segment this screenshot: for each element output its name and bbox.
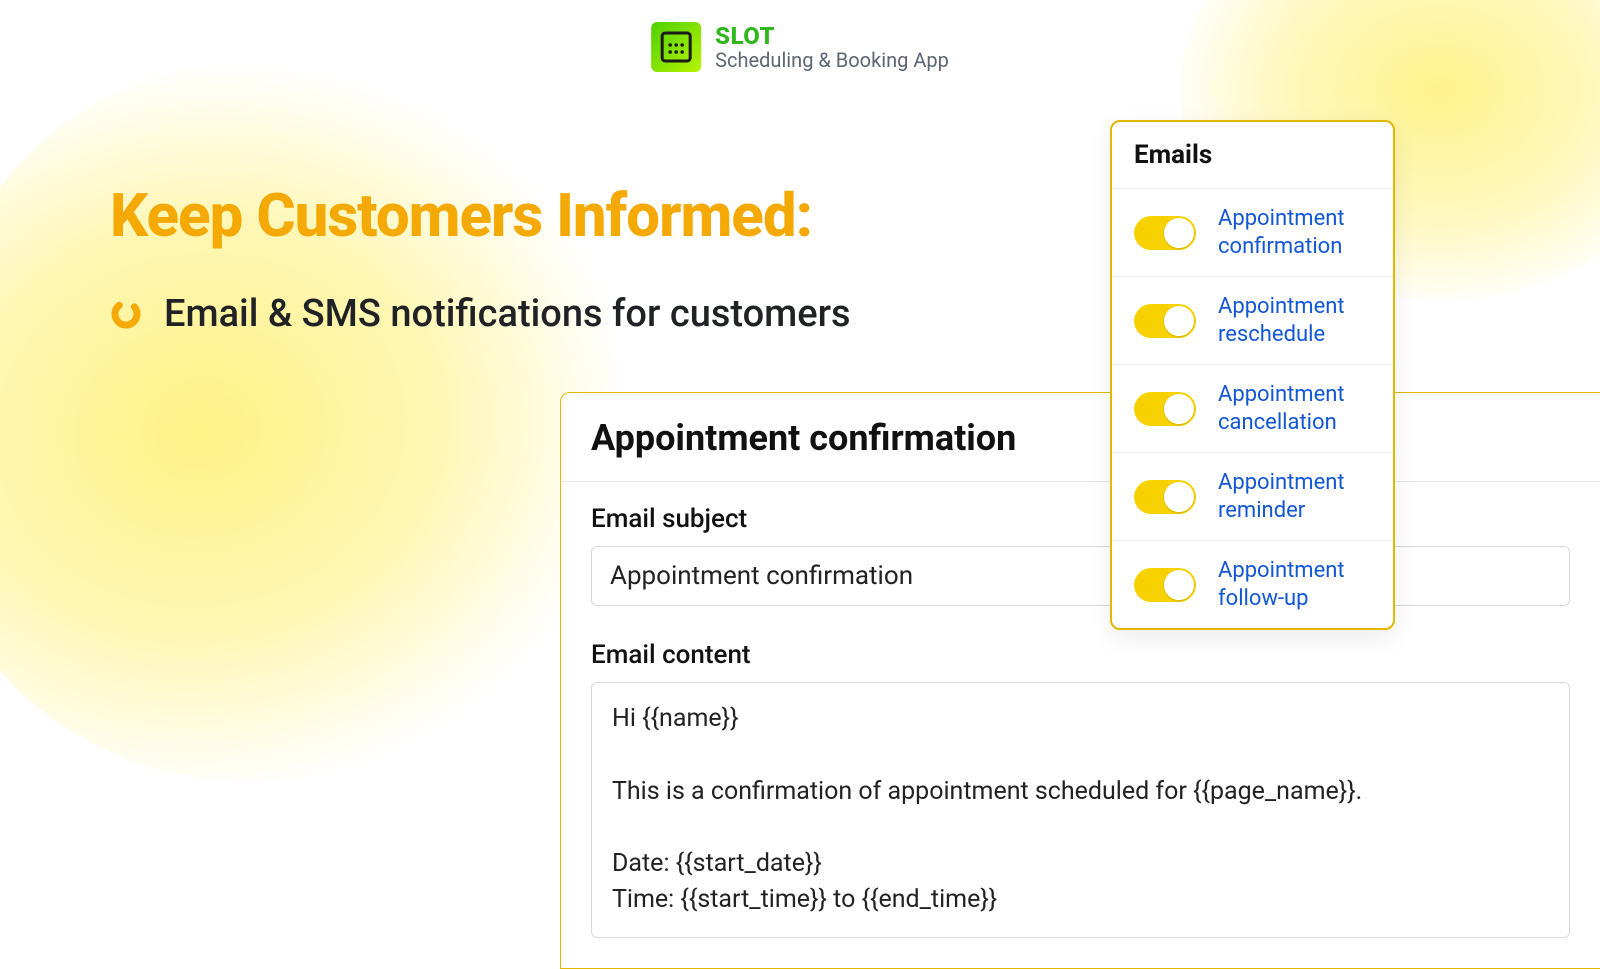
- email-link-cancellation[interactable]: Appointment cancellation: [1218, 381, 1371, 436]
- toggle-reschedule[interactable]: [1134, 304, 1196, 338]
- subline-block: Email & SMS notifications for customers: [110, 292, 851, 336]
- toggle-followup[interactable]: [1134, 568, 1196, 602]
- brand-tagline: Scheduling & Booking App: [715, 48, 949, 72]
- headline-block: Keep Customers Informed:: [110, 180, 812, 251]
- toggle-confirmation[interactable]: [1134, 216, 1196, 250]
- email-link-followup[interactable]: Appointment follow-up: [1218, 557, 1371, 612]
- emails-panel-title: Emails: [1112, 122, 1393, 189]
- email-item-reminder: Appointment reminder: [1112, 453, 1393, 541]
- page-subline: Email & SMS notifications for customers: [164, 292, 851, 336]
- content-label: Email content: [591, 640, 1570, 670]
- email-subject-input[interactable]: [591, 546, 1570, 606]
- brand-header: SLOT Scheduling & Booking App: [651, 22, 949, 72]
- editor-title: Appointment confirmation: [591, 417, 1570, 459]
- toggle-reminder[interactable]: [1134, 480, 1196, 514]
- email-item-reschedule: Appointment reschedule: [1112, 277, 1393, 365]
- email-link-reschedule[interactable]: Appointment reschedule: [1218, 293, 1371, 348]
- email-link-reminder[interactable]: Appointment reminder: [1218, 469, 1371, 524]
- emails-panel: Emails Appointment confirmation Appointm…: [1110, 120, 1395, 630]
- page-headline: Keep Customers Informed:: [110, 180, 812, 251]
- email-item-confirmation: Appointment confirmation: [1112, 189, 1393, 277]
- email-item-followup: Appointment follow-up: [1112, 541, 1393, 628]
- email-link-confirmation[interactable]: Appointment confirmation: [1218, 205, 1371, 260]
- email-content-input[interactable]: Hi {{name}} This is a confirmation of ap…: [591, 682, 1570, 938]
- toggle-cancellation[interactable]: [1134, 392, 1196, 426]
- email-editor-card: Appointment confirmation Email subject E…: [560, 392, 1600, 969]
- brand-name: SLOT: [715, 22, 949, 50]
- bullet-ring-icon: [110, 298, 142, 330]
- email-item-cancellation: Appointment cancellation: [1112, 365, 1393, 453]
- subject-label: Email subject: [591, 504, 1570, 534]
- brand-logo-icon: [651, 22, 701, 72]
